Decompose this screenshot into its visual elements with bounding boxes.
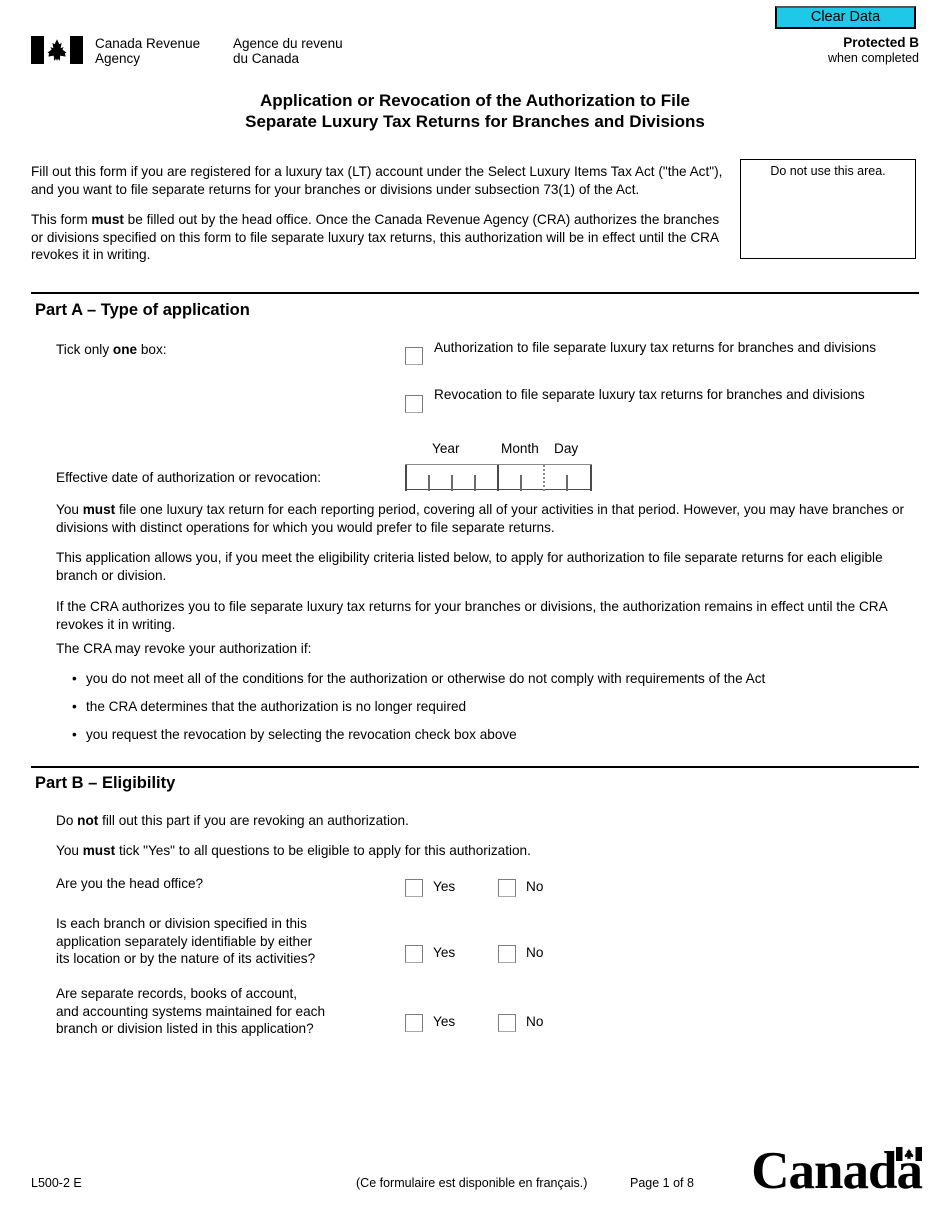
question-3-yes-label: Yes (433, 1014, 456, 1029)
date-tick-4 (520, 475, 522, 491)
revoke-bullet-3: • you request the revocation by selecting… (72, 726, 932, 744)
checkbox-authorization-label: Authorization to file separate luxury ta… (434, 340, 877, 355)
question-1-no-label: No (526, 879, 544, 894)
intro-paragraph-2: This form must be filled out by the head… (31, 211, 731, 264)
part-a-paragraph-1: You must file one luxury tax return for … (56, 501, 926, 536)
date-tick-5 (566, 475, 568, 491)
do-not-use-label: Do not use this area. (770, 164, 886, 178)
tick-one-box-instruction: Tick only one box: (56, 341, 167, 359)
tick-before: Tick only (56, 342, 113, 357)
bullet-dot-icon: • (72, 727, 77, 742)
protected-b-label: Protected B (843, 35, 919, 50)
page-indicator: Page 1 of 8 (630, 1176, 694, 1190)
intro-p2-bold: must (91, 212, 124, 228)
pb-n1-after: fill out this part if you are revoking a… (98, 813, 409, 828)
part-b-divider (31, 766, 919, 768)
revoke-bullet-2-text: the CRA determines that the authorizatio… (86, 699, 467, 714)
eligibility-question-2: Is each branch or division specified in … (56, 916, 316, 967)
pa-p1-before: You (56, 502, 83, 517)
revoke-bullet-1-text: you do not meet all of the conditions fo… (86, 671, 766, 686)
revoke-bullet-2: • the CRA determines that the authorizati… (72, 698, 932, 716)
revoke-intro: The CRA may revoke your authorization if… (56, 641, 312, 656)
tick-bold: one (112, 342, 138, 357)
do-not-use-area: Do not use this area. (740, 159, 916, 259)
revoke-bullet-1: • you do not meet all of the conditions f… (72, 670, 932, 688)
eligibility-question-3: Are separate records, books of account, … (56, 986, 326, 1037)
question-3-no-checkbox[interactable] (498, 1014, 516, 1032)
date-header-year: Year (432, 441, 460, 456)
pa-p1-bold: must (82, 502, 116, 517)
date-tick-3 (474, 475, 476, 491)
intro-paragraph-1: Fill out this form if you are registered… (31, 164, 723, 197)
intro-text-block: Fill out this form if you are registered… (31, 163, 731, 277)
protected-b-sublabel: when completed (827, 51, 919, 65)
part-b-note-1: Do not fill out this part if you are rev… (56, 812, 409, 830)
effective-date-label: Effective date of authorization or revoc… (56, 470, 321, 485)
date-separator-month-day (543, 465, 545, 491)
intro-p2-before: This form (31, 212, 92, 228)
part-a-heading: Part A – Type of application (35, 301, 250, 319)
date-tick-2 (451, 475, 453, 491)
question-1-no-checkbox[interactable] (498, 879, 516, 897)
part-a-divider (31, 292, 919, 294)
checkbox-revocation[interactable] (405, 395, 423, 413)
intro-p2-after: be filled out by the head office. Once t… (31, 212, 720, 263)
eligibility-question-1: Are you the head office? (56, 876, 204, 891)
checkbox-authorization[interactable] (405, 347, 423, 365)
question-2-no-checkbox[interactable] (498, 945, 516, 963)
pa-p1-after: file one luxury tax return for each repo… (56, 502, 905, 535)
date-edge-right (590, 465, 592, 491)
date-tick-1 (428, 475, 430, 491)
question-1-yes-checkbox[interactable] (405, 879, 423, 897)
canada-flag-logo-icon (31, 36, 83, 64)
checkbox-revocation-label: Revocation to file separate luxury tax r… (434, 387, 865, 402)
question-2-yes-label: Yes (433, 945, 456, 960)
question-3-no-label: No (526, 1014, 544, 1029)
french-availability-note: (Ce formulaire est disponible en françai… (356, 1176, 588, 1190)
revoke-bullet-3-text: you request the revocation by selecting … (86, 727, 517, 742)
pb-n1-bold: not (77, 813, 99, 828)
part-b-heading: Part B – Eligibility (35, 774, 176, 792)
tick-after: box: (137, 342, 167, 357)
pb-n2-bold: must (82, 843, 116, 858)
pb-n2-before: You (56, 843, 83, 858)
date-header-day: Day (554, 441, 579, 456)
form-page: Clear Data Canada Revenue Agency Agence … (0, 0, 950, 1230)
agency-name-english: Canada Revenue Agency (95, 36, 201, 66)
bullet-dot-icon: • (72, 671, 77, 686)
canada-wordmark-flag-icon (896, 1147, 922, 1161)
pb-n2-after: tick "Yes" to all questions to be eligib… (115, 843, 531, 858)
agency-name-french: Agence du revenu du Canada (233, 36, 343, 66)
question-2-yes-checkbox[interactable] (405, 945, 423, 963)
page-title: Application or Revocation of the Authori… (245, 91, 705, 131)
question-1-yes-label: Yes (433, 879, 456, 894)
date-separator-year-month (497, 465, 499, 491)
question-2-no-label: No (526, 945, 544, 960)
bullet-dot-icon: • (72, 699, 77, 714)
effective-date-input[interactable] (405, 464, 592, 491)
form-code: L500-2 E (31, 1176, 82, 1190)
date-header-month: Month (501, 441, 539, 456)
part-a-paragraph-3: If the CRA authorizes you to file separa… (56, 599, 887, 632)
part-b-note-2: You must tick "Yes" to all questions to … (56, 842, 531, 860)
pb-n1-before: Do (56, 813, 78, 828)
part-a-paragraph-2: This application allows you, if you meet… (56, 550, 883, 583)
clear-data-button[interactable]: Clear Data (775, 6, 916, 29)
question-3-yes-checkbox[interactable] (405, 1014, 423, 1032)
date-edge-left (405, 465, 407, 491)
